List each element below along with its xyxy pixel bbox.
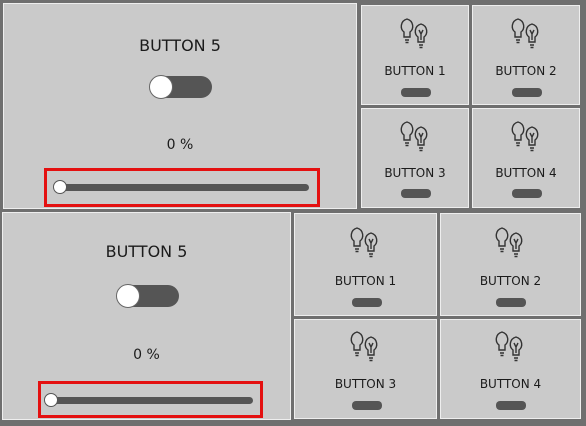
button-indicator xyxy=(512,88,542,97)
light-button-panel-7[interactable]: BUTTON 3 xyxy=(294,319,437,419)
button-indicator xyxy=(401,189,431,198)
light-bulbs-icon xyxy=(350,227,378,258)
light-bulbs-icon xyxy=(511,18,539,49)
light-bulbs-icon xyxy=(495,227,523,258)
button-indicator xyxy=(512,189,542,198)
button-label: BUTTON 3 xyxy=(334,377,397,391)
light-button-panel-6[interactable]: BUTTON 2 xyxy=(440,213,581,316)
dimmer-slider[interactable] xyxy=(50,397,253,404)
button-label: BUTTON 4 xyxy=(479,377,542,391)
toggle-knob xyxy=(116,284,140,308)
button-label: BUTTON 2 xyxy=(495,64,557,78)
dimmer-percent: 0 % xyxy=(166,137,194,153)
slider-thumb[interactable] xyxy=(44,393,58,407)
button-indicator xyxy=(352,298,382,307)
light-button-panel-3[interactable]: BUTTON 3 xyxy=(361,108,469,208)
light-bulbs-icon xyxy=(511,121,539,152)
toggle-knob xyxy=(149,75,173,99)
dimmer-panel-1: BUTTON 5 0 % xyxy=(3,3,357,209)
button-label: BUTTON 2 xyxy=(479,274,542,288)
dimmer-slider[interactable] xyxy=(59,184,309,191)
dimmer-title: BUTTON 5 xyxy=(139,36,221,55)
light-bulbs-icon xyxy=(350,331,378,362)
dimmer-toggle[interactable] xyxy=(149,75,212,99)
button-indicator xyxy=(496,401,526,410)
button-indicator xyxy=(401,88,431,97)
light-bulbs-icon xyxy=(400,121,428,152)
dimmer-toggle[interactable] xyxy=(116,284,179,308)
dimmer-title: BUTTON 5 xyxy=(105,242,188,261)
dimmer-panel-2: BUTTON 5 0 % xyxy=(2,212,291,420)
light-button-panel-5[interactable]: BUTTON 1 xyxy=(294,213,437,316)
button-label: BUTTON 1 xyxy=(334,274,397,288)
dimmer-percent: 0 % xyxy=(133,347,160,363)
button-indicator xyxy=(496,298,526,307)
button-indicator xyxy=(352,401,382,410)
light-button-panel-2[interactable]: BUTTON 2 xyxy=(472,5,580,105)
button-label: BUTTON 4 xyxy=(495,166,557,180)
light-button-panel-4[interactable]: BUTTON 4 xyxy=(472,108,580,208)
button-label: BUTTON 1 xyxy=(384,64,446,78)
button-label: BUTTON 3 xyxy=(384,166,446,180)
slider-thumb[interactable] xyxy=(53,180,67,194)
light-button-panel-8[interactable]: BUTTON 4 xyxy=(440,319,581,419)
light-bulbs-icon xyxy=(400,18,428,49)
light-button-panel-1[interactable]: BUTTON 1 xyxy=(361,5,469,105)
light-bulbs-icon xyxy=(495,331,523,362)
